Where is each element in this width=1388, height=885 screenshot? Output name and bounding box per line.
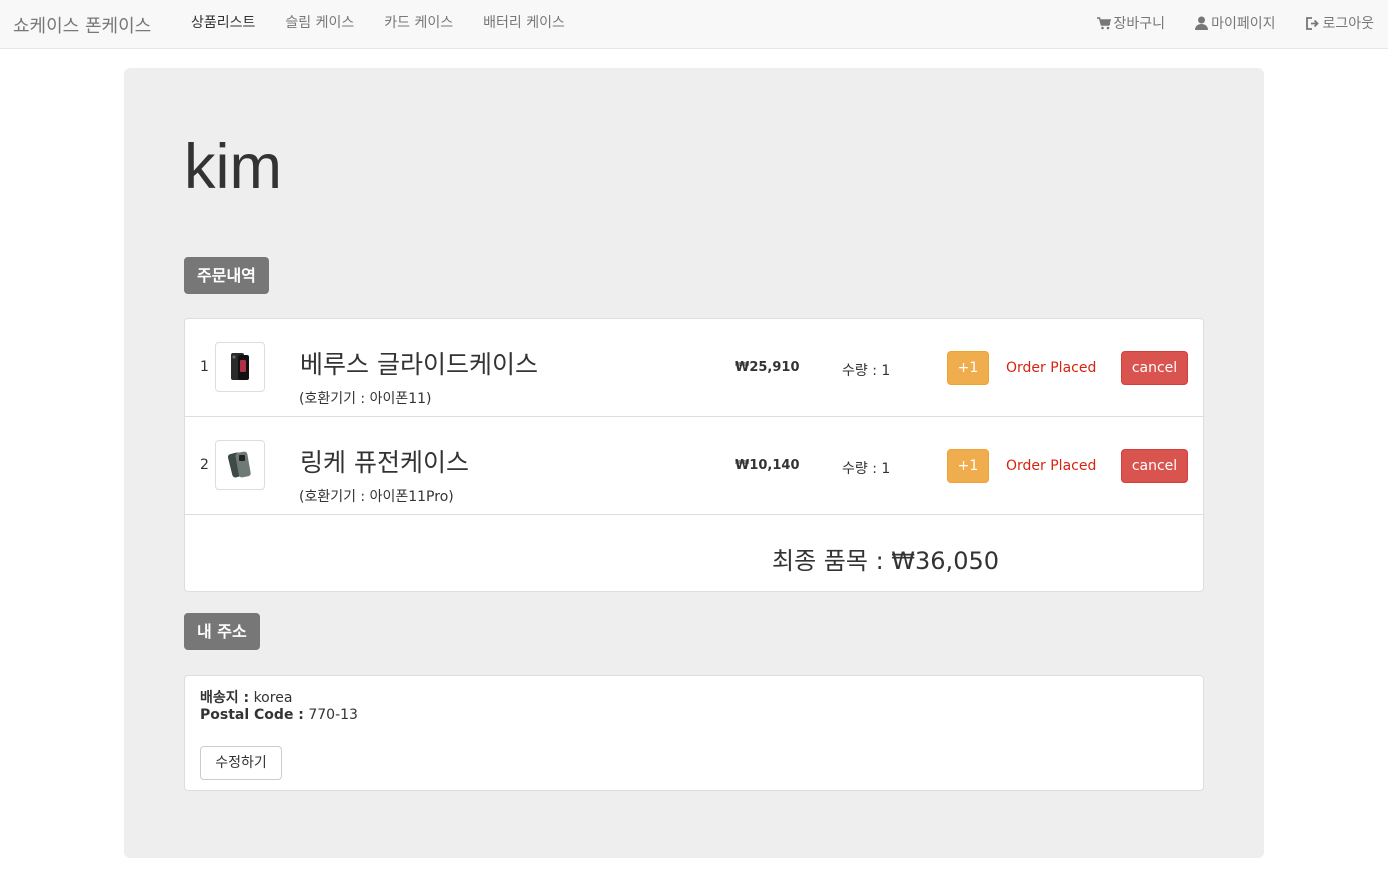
order-index: 1	[200, 359, 209, 375]
nav-link-slim-case[interactable]: 슬림 케이스	[270, 0, 369, 48]
cancel-order-button[interactable]: cancel	[1121, 351, 1188, 385]
order-row: 2 링케 퓨전케이스 (호환기기 : 아이폰11Pro) ₩10,140 수량 …	[185, 417, 1203, 515]
product-name[interactable]: 베루스 글라이드케이스	[300, 345, 538, 381]
product-price: ₩25,910	[735, 360, 800, 375]
top-navbar: 쇼케이스 폰케이스 상품리스트 슬림 케이스 카드 케이스 배터리 케이스 장바…	[0, 0, 1388, 49]
mypage-label: 마이페이지	[1211, 16, 1276, 32]
shipping-value: korea	[253, 690, 293, 706]
postal-code: Postal Code : 770-13	[200, 707, 358, 723]
orders-panel: 1 베루스 글라이드케이스 (호환기기 : 아이폰11) ₩25,910 수량 …	[184, 318, 1204, 592]
cart-link[interactable]: 장바구니	[1082, 0, 1181, 46]
order-status: Order Placed	[1006, 360, 1097, 376]
cart-label: 장바구니	[1113, 16, 1166, 32]
address-panel: 배송지 : korea Postal Code : 770-13 수정하기	[184, 675, 1204, 791]
product-quantity: 수량 : 1	[842, 461, 891, 477]
product-quantity: 수량 : 1	[842, 363, 891, 379]
increment-quantity-button[interactable]: +1	[947, 449, 989, 483]
orders-section-label: 주문내역	[184, 257, 269, 294]
cancel-order-button[interactable]: cancel	[1121, 449, 1188, 483]
order-total: 최종 품목 : ₩36,050	[772, 547, 999, 575]
logout-link[interactable]: 로그아웃	[1290, 0, 1388, 46]
cart-icon	[1096, 16, 1111, 29]
nav-links: 상품리스트 슬림 케이스 카드 케이스 배터리 케이스	[176, 0, 580, 48]
user-name: kim	[184, 132, 282, 202]
order-row: 1 베루스 글라이드케이스 (호환기기 : 아이폰11) ₩25,910 수량 …	[185, 319, 1203, 417]
address-section-label: 내 주소	[184, 613, 260, 650]
nav-link-battery-case[interactable]: 배터리 케이스	[468, 0, 580, 48]
user-icon	[1195, 16, 1209, 30]
increment-quantity-button[interactable]: +1	[947, 351, 989, 385]
nav-link-product-list[interactable]: 상품리스트	[176, 0, 270, 48]
product-thumbnail[interactable]	[215, 342, 265, 392]
product-thumbnail[interactable]	[215, 440, 265, 490]
product-compat: (호환기기 : 아이폰11)	[299, 391, 432, 407]
nav-link-card-case[interactable]: 카드 케이스	[369, 0, 468, 48]
shipping-address: 배송지 : korea	[200, 687, 292, 707]
product-name[interactable]: 링케 퓨전케이스	[300, 443, 469, 479]
order-status: Order Placed	[1006, 458, 1097, 474]
postal-label: Postal Code :	[200, 707, 304, 723]
shipping-label: 배송지 :	[200, 690, 250, 706]
product-compat: (호환기기 : 아이폰11Pro)	[299, 489, 454, 505]
edit-address-button[interactable]: 수정하기	[200, 746, 282, 780]
phone-case-image	[231, 353, 249, 380]
brand-link[interactable]: 쇼케이스 폰케이스	[13, 12, 151, 38]
order-index: 2	[200, 457, 209, 473]
product-price: ₩10,140	[735, 458, 800, 473]
mypage-link[interactable]: 마이페이지	[1180, 0, 1290, 46]
mypage-container: kim 주문내역 1 베루스 글라이드케이스 (호환기기 : 아이폰11) ₩2…	[124, 68, 1264, 858]
phone-case-image	[227, 451, 251, 478]
logout-label: 로그아웃	[1322, 16, 1374, 32]
logout-icon	[1306, 16, 1320, 30]
nav-right: 장바구니 마이페이지 로그아웃	[1082, 0, 1388, 48]
postal-value: 770-13	[308, 707, 358, 723]
